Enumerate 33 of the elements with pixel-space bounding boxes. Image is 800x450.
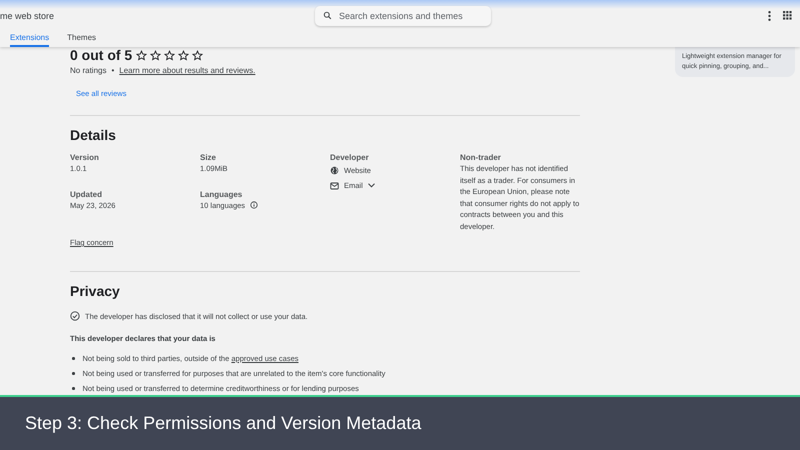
detail-label: Version <box>70 153 100 162</box>
check-circle-icon <box>70 311 80 321</box>
apps-grid-icon[interactable] <box>783 11 792 20</box>
section-heading: Details <box>70 127 117 143</box>
separator-dot: • <box>111 66 114 75</box>
detail-label: Languages <box>200 190 244 198</box>
star-icon <box>178 50 190 60</box>
envelope-icon <box>330 182 339 190</box>
tab[interactable]: Themes <box>67 30 96 47</box>
globe-icon <box>330 166 339 175</box>
section-heading: Privacy <box>70 283 121 299</box>
more-options-icon[interactable] <box>768 10 771 20</box>
detail-label: Updated <box>70 190 103 198</box>
search-field[interactable]: Search extensions and themes <box>315 6 491 26</box>
bullet-dot <box>72 372 74 375</box>
caption-text: Step 3: Check Permissions and Version Metadata <box>25 413 422 434</box>
detail-label: Developer <box>330 153 370 162</box>
store-title[interactable]: me web store <box>0 10 315 20</box>
chevron-down-icon[interactable] <box>368 183 375 188</box>
info-icon[interactable] <box>250 200 258 209</box>
star-icon <box>136 50 148 60</box>
star-icon <box>164 50 176 60</box>
star-icon <box>150 50 162 60</box>
star-icon <box>192 50 204 60</box>
bullet-dot <box>72 387 74 390</box>
learn-more-link[interactable]: Learn more about results and reviews. <box>119 66 256 75</box>
search-icon <box>323 11 332 20</box>
tab[interactable]: Extensions <box>10 30 50 47</box>
detail-label: Size <box>200 153 218 162</box>
no-ratings-text: No ratings <box>70 66 106 75</box>
bullet-dot <box>72 357 74 360</box>
detail-label: Non-trader <box>460 153 502 162</box>
rating-summary: 0 out of 5 <box>70 48 132 62</box>
